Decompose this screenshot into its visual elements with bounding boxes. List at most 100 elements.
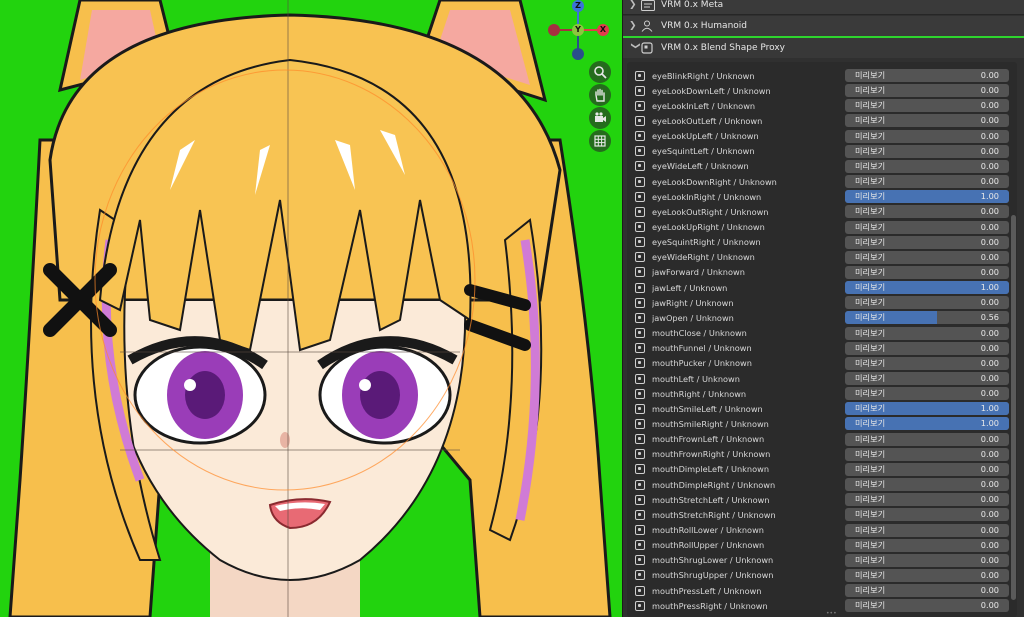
- preview-slider[interactable]: 미리보기 0.00: [845, 326, 1009, 340]
- preview-slider[interactable]: 미리보기 1.00: [845, 402, 1009, 416]
- slider-label: 미리보기: [855, 221, 886, 232]
- preview-slider[interactable]: 미리보기 0.00: [845, 447, 1009, 461]
- slider-value: 0.00: [980, 145, 999, 156]
- preview-slider[interactable]: 미리보기 0.00: [845, 508, 1009, 522]
- preview-slider[interactable]: 미리보기 0.00: [845, 372, 1009, 385]
- preview-slider[interactable]: 미리보기 0.00: [845, 159, 1009, 173]
- blend-shape-label: jawOpen / Unknown: [652, 312, 734, 323]
- blend-shape-label: mouthLeft / Unknown: [652, 373, 740, 384]
- zoom-icon[interactable]: [589, 61, 611, 83]
- preview-slider[interactable]: 미리보기 0.00: [845, 265, 1009, 279]
- preview-slider[interactable]: 미리보기 0.00: [845, 599, 1009, 613]
- blend-shape-row: eyeLookUpRight / Unknown 미리보기 0.00: [635, 220, 1009, 235]
- blend-shape-label: eyeSquintRight / Unknown: [652, 237, 761, 248]
- preview-slider[interactable]: 미리보기 0.00: [845, 523, 1009, 537]
- blend-shape-label: eyeLookUpLeft / Unknown: [652, 131, 759, 142]
- slider-label: 미리보기: [855, 539, 886, 550]
- blend-shape-icon: [635, 358, 645, 369]
- slider-value: 0.00: [980, 600, 999, 611]
- preview-slider[interactable]: 미리보기 0.00: [845, 99, 1009, 113]
- slider-label: 미리보기: [855, 479, 886, 490]
- blend-shape-label: mouthPressRight / Unknown: [652, 600, 768, 611]
- section-vrm-meta[interactable]: ❯ VRM 0.x Meta: [623, 0, 1024, 15]
- preview-slider[interactable]: 미리보기 0.00: [845, 538, 1009, 552]
- blend-shape-row: mouthDimpleRight / Unknown 미리보기 0.00: [635, 477, 1009, 492]
- preview-slider[interactable]: 미리보기 0.00: [845, 84, 1009, 98]
- section-blend-shape-proxy[interactable]: ❯ VRM 0.x Blend Shape Proxy: [623, 38, 1024, 58]
- preview-slider[interactable]: 미리보기 0.00: [845, 205, 1009, 219]
- preview-slider[interactable]: 미리보기 1.00: [845, 190, 1009, 204]
- slider-value: 0.00: [980, 327, 999, 338]
- slider-label: 미리보기: [855, 600, 886, 611]
- preview-slider[interactable]: 미리보기 0.00: [845, 144, 1009, 158]
- preview-slider[interactable]: 미리보기 0.00: [845, 462, 1009, 476]
- blend-shape-row: eyeLookOutRight / Unknown 미리보기 0.00: [635, 204, 1009, 219]
- preview-slider[interactable]: 미리보기 0.00: [845, 356, 1009, 370]
- section-title: VRM 0.x Meta: [661, 0, 724, 10]
- preview-slider[interactable]: 미리보기 0.00: [845, 220, 1009, 234]
- preview-slider[interactable]: 미리보기 0.00: [845, 296, 1009, 310]
- preview-slider[interactable]: 미리보기 0.00: [845, 341, 1009, 355]
- navigation-gizmo[interactable]: Z Y X: [546, 0, 610, 62]
- blend-shape-label: mouthClose / Unknown: [652, 328, 747, 339]
- 3d-viewport[interactable]: Z Y X: [0, 0, 622, 617]
- slider-label: 미리보기: [855, 463, 886, 474]
- blend-shape-label: mouthSmileRight / Unknown: [652, 418, 769, 429]
- blend-shape-row: mouthSmileRight / Unknown 미리보기 1.00: [635, 416, 1009, 431]
- slider-label: 미리보기: [855, 282, 886, 293]
- chevron-right-icon: ❯: [629, 21, 637, 31]
- blend-shape-row: mouthShrugUpper / Unknown 미리보기 0.00: [635, 568, 1009, 583]
- blend-shape-label: eyeLookUpRight / Unknown: [652, 222, 765, 232]
- preview-slider[interactable]: 미리보기 0.00: [845, 584, 1009, 598]
- blend-shape-row: mouthPressRight / Unknown 미리보기 0.00: [635, 598, 1009, 613]
- preview-slider[interactable]: 미리보기 0.56: [845, 311, 1009, 325]
- gizmo-z-axis[interactable]: Z: [572, 0, 584, 12]
- blend-shape-icon: [635, 252, 645, 263]
- slider-value: 0.00: [980, 373, 999, 383]
- slider-value: 0.00: [980, 463, 999, 474]
- slider-label: 미리보기: [855, 160, 886, 171]
- gizmo-x-axis[interactable]: X: [597, 24, 609, 36]
- gizmo-neg-z-axis[interactable]: [572, 48, 584, 60]
- preview-slider[interactable]: 미리보기 0.00: [845, 493, 1009, 507]
- blend-shape-row: mouthLeft / Unknown 미리보기 0.00: [635, 371, 1009, 386]
- blend-shape-row: eyeSquintRight / Unknown 미리보기 0.00: [635, 235, 1009, 250]
- preview-slider[interactable]: 미리보기 1.00: [845, 417, 1009, 431]
- blend-shape-icon: [635, 267, 645, 278]
- preview-slider[interactable]: 미리보기 0.00: [845, 175, 1009, 189]
- slider-label: 미리보기: [855, 342, 886, 353]
- preview-slider[interactable]: 미리보기 0.00: [845, 129, 1009, 143]
- blend-shape-row: mouthFrownLeft / Unknown 미리보기 0.00: [635, 432, 1009, 447]
- preview-slider[interactable]: 미리보기 0.00: [845, 69, 1009, 82]
- slider-label: 미리보기: [855, 357, 886, 368]
- gizmo-y-axis[interactable]: Y: [572, 24, 584, 36]
- slider-label: 미리보기: [855, 251, 886, 262]
- preview-slider[interactable]: 미리보기 0.00: [845, 568, 1009, 582]
- grid-icon[interactable]: [589, 130, 611, 152]
- blend-shape-icon: [635, 282, 645, 293]
- preview-slider[interactable]: 미리보기 0.00: [845, 432, 1009, 446]
- preview-slider[interactable]: 미리보기 1.00: [845, 281, 1009, 295]
- preview-slider[interactable]: 미리보기 0.00: [845, 250, 1009, 264]
- slider-label: 미리보기: [855, 524, 886, 535]
- preview-slider[interactable]: 미리보기 0.00: [845, 553, 1009, 567]
- blend-shape-icon: [635, 115, 645, 126]
- blend-shape-icon: [635, 449, 645, 460]
- preview-slider[interactable]: 미리보기 0.00: [845, 235, 1009, 249]
- slider-value: 0.00: [980, 160, 999, 171]
- gizmo-neg-x-axis[interactable]: [548, 24, 560, 36]
- panel-scrollbar[interactable]: [1011, 215, 1016, 600]
- blend-shape-row: eyeWideLeft / Unknown 미리보기 0.00: [635, 159, 1009, 174]
- properties-panel[interactable]: ❯ VRM 0.x Meta ❯ VRM 0.x Humanoid ❯ VRM …: [622, 0, 1024, 617]
- section-vrm-humanoid[interactable]: ❯ VRM 0.x Humanoid: [623, 16, 1024, 36]
- preview-slider[interactable]: 미리보기 0.00: [845, 478, 1009, 492]
- blend-shape-icon: [635, 525, 645, 535]
- resize-grip-icon[interactable]: •••: [826, 611, 837, 617]
- blend-shape-row: mouthClose / Unknown 미리보기 0.00: [635, 326, 1009, 341]
- camera-icon[interactable]: [589, 107, 611, 129]
- preview-slider[interactable]: 미리보기 0.00: [845, 114, 1009, 128]
- blend-shape-icon: [635, 600, 645, 611]
- hand-pan-icon[interactable]: [589, 84, 611, 106]
- preview-slider[interactable]: 미리보기 0.00: [845, 387, 1009, 401]
- blend-shape-row: eyeLookInLeft / Unknown 미리보기 0.00: [635, 98, 1009, 113]
